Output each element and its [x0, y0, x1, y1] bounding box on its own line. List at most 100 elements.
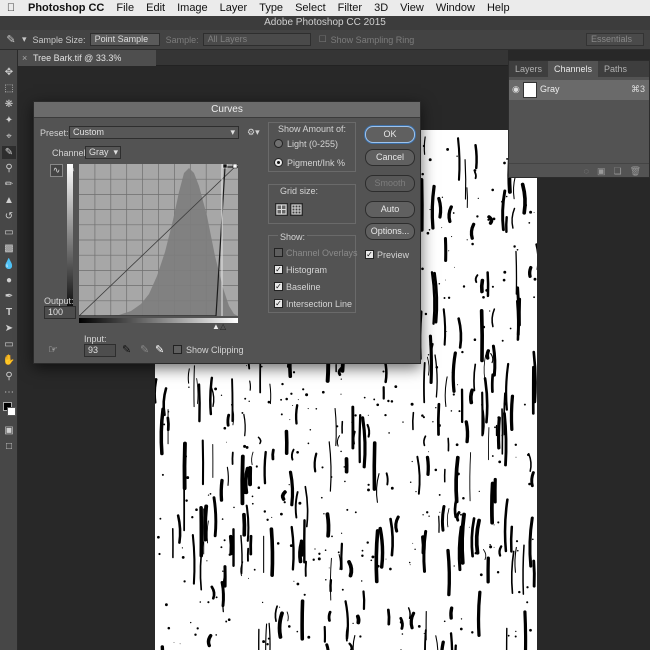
output-field[interactable]: 100 — [44, 306, 76, 319]
histogram-checkbox[interactable]: ✓ — [274, 265, 283, 274]
menu-window[interactable]: Window — [430, 2, 481, 14]
hand-tool-icon[interactable]: ✋ — [2, 354, 16, 367]
menu-file[interactable]: File — [110, 2, 140, 14]
path-selection-tool-icon[interactable]: ➤ — [2, 322, 16, 335]
eyedropper-tool-icon[interactable]: ✎ — [2, 146, 16, 159]
bark-speck — [370, 559, 373, 562]
workspace-switcher[interactable]: Essentials — [586, 33, 644, 46]
white-point-slider-icon[interactable]: ▲ — [212, 322, 220, 331]
channel-overlays-checkbox[interactable] — [274, 248, 283, 257]
input-field[interactable]: 93 — [84, 344, 116, 357]
tab-paths[interactable]: Paths — [598, 61, 633, 77]
targeted-adjustment-icon[interactable]: ☞ — [48, 343, 58, 356]
show-clipping-checkbox[interactable] — [173, 345, 182, 354]
sample-select[interactable]: All Layers — [202, 33, 311, 46]
white-eyedropper-icon[interactable]: ✎ — [155, 343, 164, 356]
marquee-tool-icon[interactable]: ⬚ — [2, 82, 16, 95]
intersection-line-checkbox[interactable]: ✓ — [274, 299, 283, 308]
lasso-tool-icon[interactable]: ❋ — [2, 98, 16, 111]
menu-app[interactable]: Photoshop CC — [22, 2, 110, 14]
bark-crack — [449, 632, 454, 650]
bark-speck — [493, 524, 495, 526]
simple-grid-icon[interactable] — [275, 203, 288, 216]
quick-mask-icon[interactable]: ▣ — [2, 424, 16, 437]
curve-edit-icon[interactable]: ∿ — [50, 164, 63, 177]
channel-select[interactable]: Gray ▾ — [85, 146, 121, 159]
curve-graph[interactable] — [79, 164, 238, 316]
move-tool-icon[interactable]: ✥ — [2, 66, 16, 79]
delete-channel-icon[interactable]: 🗑 — [630, 164, 641, 177]
bark-speck — [181, 556, 185, 559]
auto-button[interactable]: Auto — [365, 201, 415, 218]
ok-button[interactable]: OK — [365, 126, 415, 143]
detailed-grid-icon[interactable] — [290, 203, 303, 216]
shape-tool-icon[interactable]: ▭ — [2, 338, 16, 351]
new-channel-icon[interactable]: ❏ — [613, 164, 621, 177]
channel-row-gray[interactable]: ◉ Gray ⌘3 — [509, 80, 649, 100]
bark-speck — [429, 209, 431, 211]
bark-speck — [417, 625, 421, 628]
eraser-tool-icon[interactable]: ▭ — [2, 226, 16, 239]
bark-speck — [439, 511, 441, 513]
history-brush-tool-icon[interactable]: ↺ — [2, 210, 16, 223]
sample-size-select[interactable]: Point Sample — [89, 33, 160, 46]
apple-icon[interactable]:  — [0, 2, 22, 14]
bark-speck — [399, 620, 403, 624]
menu-help[interactable]: Help — [481, 2, 516, 14]
preset-select[interactable]: Custom ▾ — [69, 126, 239, 139]
menu-layer[interactable]: Layer — [214, 2, 254, 14]
screen-mode-icon[interactable]: □ — [2, 440, 16, 453]
zoom-tool-icon[interactable]: ⚲ — [2, 370, 16, 383]
more-tools-icon[interactable]: ⋯ — [2, 386, 16, 399]
pen-tool-icon[interactable]: ✒ — [2, 290, 16, 303]
options-button[interactable]: Options... — [365, 223, 415, 240]
bark-speck — [491, 285, 494, 288]
blur-tool-icon[interactable]: 💧 — [2, 258, 16, 271]
bark-crack — [505, 362, 510, 411]
gray-eyedropper-icon[interactable]: ✎ — [140, 343, 149, 356]
tab-layers[interactable]: Layers — [509, 61, 548, 77]
background-color-swatch[interactable] — [7, 407, 16, 416]
menu-select[interactable]: Select — [289, 2, 332, 14]
visibility-eye-icon[interactable]: ◉ — [512, 84, 520, 95]
clone-stamp-tool-icon[interactable]: ▲ — [2, 194, 16, 207]
menu-3d[interactable]: 3D — [368, 2, 394, 14]
bark-speck — [461, 350, 464, 354]
gradient-tool-icon[interactable]: ▩ — [2, 242, 16, 255]
menu-edit[interactable]: Edit — [140, 2, 171, 14]
document-tab[interactable]: × Tree Bark.tif @ 33.3% (Gray/8) * — [18, 50, 156, 79]
black-eyedropper-icon[interactable]: ✎ — [122, 343, 131, 356]
brush-tool-icon[interactable]: ✏ — [2, 178, 16, 191]
quick-select-tool-icon[interactable]: ✦ — [2, 114, 16, 127]
dodge-tool-icon[interactable]: ● — [2, 274, 16, 287]
menu-view[interactable]: View — [394, 2, 430, 14]
healing-brush-tool-icon[interactable]: ⚲ — [2, 162, 16, 175]
smooth-button[interactable]: Smooth — [365, 175, 415, 192]
bark-speck — [509, 327, 512, 330]
bark-crack — [191, 534, 196, 585]
eyedropper-tool-icon[interactable]: ✎ — [0, 33, 22, 46]
bark-crack — [286, 611, 289, 622]
cancel-button[interactable]: Cancel — [365, 149, 415, 166]
tab-channels[interactable]: Channels — [548, 61, 599, 77]
menu-image[interactable]: Image — [171, 2, 214, 14]
light-radio[interactable] — [274, 139, 283, 148]
load-selection-icon[interactable]: ◌ — [584, 164, 589, 177]
bark-speck — [382, 370, 385, 373]
tool-preset-chevron-icon[interactable]: ▾ — [22, 34, 27, 45]
preview-checkbox[interactable]: ✓ — [365, 250, 374, 259]
close-icon[interactable]: × — [22, 50, 27, 66]
type-tool-icon[interactable]: T — [2, 306, 16, 319]
sampling-ring-checkbox-icon[interactable]: ☐ — [319, 34, 327, 45]
bark-speck — [489, 310, 491, 312]
baseline-checkbox[interactable]: ✓ — [274, 282, 283, 291]
menu-type[interactable]: Type — [253, 2, 289, 14]
bark-speck — [507, 634, 510, 637]
crop-tool-icon[interactable]: ⌖ — [2, 130, 16, 143]
bark-crack — [206, 633, 213, 648]
pigment-ink-radio[interactable] — [274, 158, 283, 167]
preset-options-gear-icon[interactable]: ⚙▾ — [247, 127, 260, 138]
save-selection-icon[interactable]: ▣ — [597, 164, 606, 177]
black-point-slider-icon[interactable]: △ — [220, 322, 226, 331]
menu-filter[interactable]: Filter — [332, 2, 368, 14]
